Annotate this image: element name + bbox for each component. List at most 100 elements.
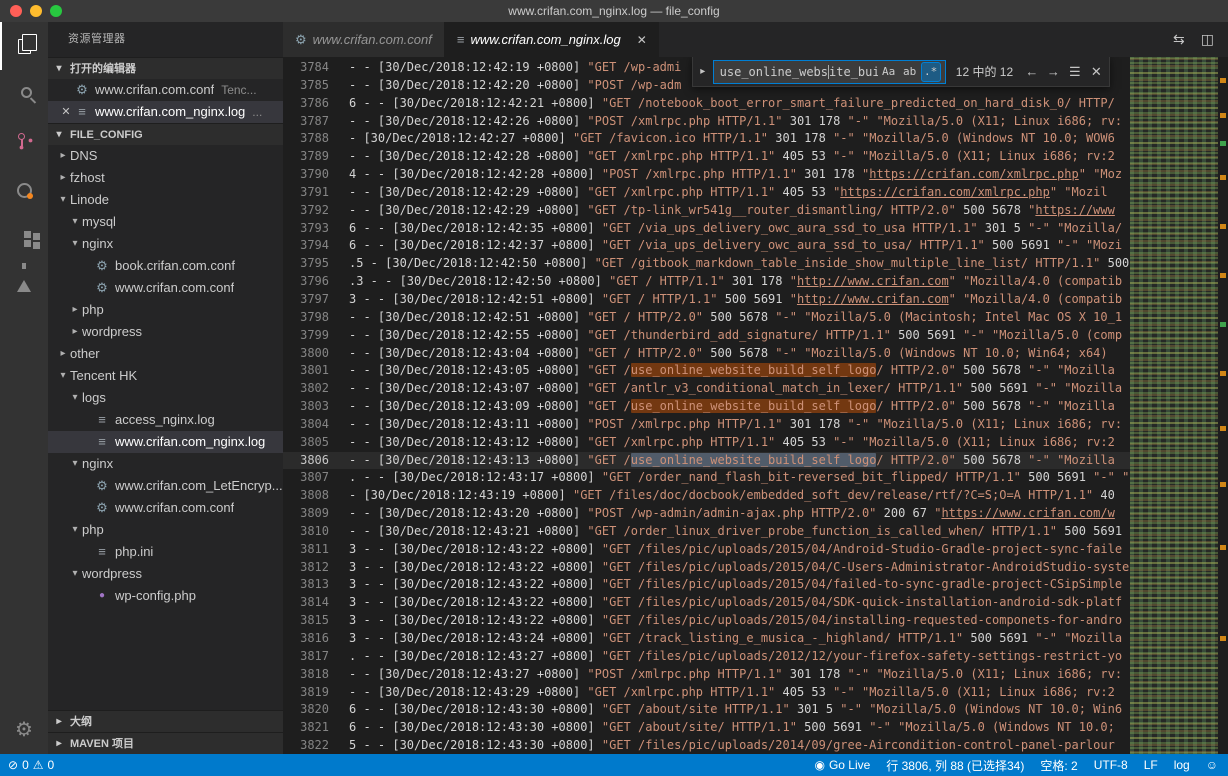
code-line-3820[interactable]: 3820 6 - - [30/Dec/2018:12:43:30 +0800] "… [283, 701, 1130, 719]
code-line-3787[interactable]: 3787- - [30/Dec/2018:12:42:26 +0800] "PO… [283, 113, 1130, 131]
code-line-3804[interactable]: 3804- - [30/Dec/2018:12:43:11 +0800] "PO… [283, 416, 1130, 434]
code-line-3786[interactable]: 3786 6 - - [30/Dec/2018:12:42:21 +0800] "… [283, 95, 1130, 113]
chevron-right-icon[interactable]: ▸ [56, 145, 70, 167]
minimap[interactable] [1130, 57, 1218, 754]
code-line-3797[interactable]: 3797 3 - - [30/Dec/2018:12:42:51 +0800] "… [283, 291, 1130, 309]
open-editor-item[interactable]: ✕ ≡ www.crifan.com_nginx.log... [48, 101, 283, 123]
tree-item-access-nginx.log[interactable]: ≡ access_nginx.log [48, 409, 283, 431]
problems-errors[interactable]: ⊘ 0 [8, 758, 29, 772]
tab-www-crifan-com-conf[interactable]: ⚙ www.crifan.com.conf [283, 22, 445, 57]
tree-item-dns[interactable]: ▸ DNS [48, 145, 283, 167]
close-tab-icon[interactable]: ✕ [637, 33, 647, 47]
split-editor-icon[interactable]: ◫ [1201, 31, 1214, 48]
code-line-3799[interactable]: 3799- - [30/Dec/2018:12:42:55 +0800] "GE… [283, 327, 1130, 345]
find-input[interactable]: use_online_website_build Aa ab .* [712, 59, 946, 84]
chevron-right-icon[interactable]: ▸ [68, 299, 82, 321]
code-line-3800[interactable]: 3800- - [30/Dec/2018:12:43:04 +0800] "GE… [283, 345, 1130, 363]
code-line-3810[interactable]: 3810- - [30/Dec/2018:12:43:21 +0800] "GE… [283, 523, 1130, 541]
code-line-3803[interactable]: 3803- - [30/Dec/2018:12:43:09 +0800] "GE… [283, 398, 1130, 416]
close-find-widget-button[interactable]: ✕ [1088, 64, 1105, 80]
activity-source-control-button[interactable] [0, 118, 48, 166]
encoding-setting[interactable]: UTF-8 [1094, 758, 1128, 772]
code-line-3805[interactable]: 3805- - [30/Dec/2018:12:43:12 +0800] "GE… [283, 434, 1130, 452]
tree-item-www.crifan.com.conf[interactable]: ⚙ www.crifan.com.conf [48, 497, 283, 519]
next-match-button[interactable]: → [1045, 64, 1062, 79]
code-line-3811[interactable]: 3811 3 - - [30/Dec/2018:12:43:22 +0800] "… [283, 541, 1130, 559]
regex-toggle[interactable]: .* [920, 61, 941, 82]
tree-item-nginx[interactable]: ▾ nginx [48, 453, 283, 475]
code-line-3791[interactable]: 3791- - [30/Dec/2018:12:42:29 +0800] "GE… [283, 184, 1130, 202]
code-line-3815[interactable]: 3815 3 - - [30/Dec/2018:12:43:22 +0800] "… [283, 612, 1130, 630]
tree-item-wordpress[interactable]: ▾ wordpress [48, 563, 283, 585]
whole-word-toggle[interactable]: ab [900, 62, 920, 82]
find-in-selection-icon[interactable]: ☰ [1066, 64, 1083, 80]
tree-item-mysql[interactable]: ▾ mysql [48, 211, 283, 233]
code-line-3795[interactable]: 3795.5 - [30/Dec/2018:12:42:50 +0800] "G… [283, 255, 1130, 273]
code-line-3808[interactable]: 3808- [30/Dec/2018:12:43:19 +0800] "GET … [283, 487, 1130, 505]
match-case-toggle[interactable]: Aa [879, 62, 899, 82]
code-line-3807[interactable]: 3807. - - [30/Dec/2018:12:43:17 +0800] "… [283, 469, 1130, 487]
cursor-position[interactable]: 行 3806, 列 88 (已选择34) [886, 757, 1024, 774]
section-maven[interactable]: ▸ MAVEN 项目 [48, 732, 283, 754]
code-line-3818[interactable]: 3818- - [30/Dec/2018:12:43:27 +0800] "PO… [283, 666, 1130, 684]
tab-www-crifan-com-nginx-log[interactable]: ≡ www.crifan.com_nginx.log ✕ [444, 22, 659, 57]
code-line-3812[interactable]: 3812 3 - - [30/Dec/2018:12:43:22 +0800] "… [283, 559, 1130, 577]
toggle-replace-chevron-icon[interactable]: ▸ [697, 66, 709, 77]
code-line-3794[interactable]: 3794 6 - - [30/Dec/2018:12:42:37 +0800] "… [283, 237, 1130, 255]
close-window-button[interactable] [10, 5, 22, 17]
tree-item-wp-config.php[interactable]: ● wp-config.php [48, 585, 283, 607]
code-line-3801[interactable]: 3801- - [30/Dec/2018:12:43:05 +0800] "GE… [283, 362, 1130, 380]
indentation-setting[interactable]: 空格: 2 [1040, 757, 1077, 774]
code-line-3802[interactable]: 3802- - [30/Dec/2018:12:43:07 +0800] "GE… [283, 380, 1130, 398]
tree-item-linode[interactable]: ▾ Linode [48, 189, 283, 211]
activity-test-button[interactable] [0, 262, 48, 310]
tree-item-book.crifan.com.conf[interactable]: ⚙ book.crifan.com.conf [48, 255, 283, 277]
activity-run-button[interactable] [0, 166, 48, 214]
code-line-3813[interactable]: 3813 3 - - [30/Dec/2018:12:43:22 +0800] "… [283, 576, 1130, 594]
activity-search-button[interactable] [0, 70, 48, 118]
code-line-3822[interactable]: 3822 5 - - [30/Dec/2018:12:43:30 +0800] "… [283, 737, 1130, 754]
code-line-3806[interactable]: 3806- - [30/Dec/2018:12:43:13 +0800] "GE… [283, 451, 1130, 470]
tree-item-nginx[interactable]: ▾ nginx [48, 233, 283, 255]
open-editor-item[interactable]: ⚙ www.crifan.com.conf Tenc... [48, 79, 283, 101]
activity-explorer-button[interactable] [0, 22, 48, 70]
maximize-window-button[interactable] [50, 5, 62, 17]
code-line-3789[interactable]: 3789- - [30/Dec/2018:12:42:28 +0800] "GE… [283, 148, 1130, 166]
chevron-down-icon[interactable]: ▾ [68, 387, 82, 409]
section-file-config[interactable]: ▾ FILE_CONFIG [48, 123, 283, 145]
tree-item-www.crifan.com.conf[interactable]: ⚙ www.crifan.com.conf [48, 277, 283, 299]
code-line-3788[interactable]: 3788- [30/Dec/2018:12:42:27 +0800] "GET … [283, 130, 1130, 148]
chevron-right-icon[interactable]: ▸ [56, 167, 70, 189]
code-line-3796[interactable]: 3796.3 - - [30/Dec/2018:12:42:50 +0800] … [283, 273, 1130, 291]
code-line-3814[interactable]: 3814 3 - - [30/Dec/2018:12:43:22 +0800] "… [283, 594, 1130, 612]
chevron-down-icon[interactable]: ▾ [68, 453, 82, 475]
language-mode[interactable]: log [1174, 758, 1190, 772]
section-outline[interactable]: ▸ 大纲 [48, 710, 283, 732]
previous-match-button[interactable]: ← [1023, 64, 1040, 79]
feedback-smiley-icon[interactable]: ☺ [1206, 758, 1218, 772]
close-icon[interactable]: ✕ [58, 101, 74, 123]
tree-item-php.ini[interactable]: ≡ php.ini [48, 541, 283, 563]
code-line-3790[interactable]: 3790 4 - - [30/Dec/2018:12:42:28 +0800] "… [283, 166, 1130, 184]
tree-item-tencent-hk[interactable]: ▾ Tencent HK [48, 365, 283, 387]
tree-item-www.crifan.com-nginx.log[interactable]: ≡ www.crifan.com_nginx.log [48, 431, 283, 453]
chevron-down-icon[interactable]: ▾ [68, 563, 82, 585]
settings-button[interactable]: ⚙ [0, 706, 48, 754]
code-line-3816[interactable]: 3816 3 - - [30/Dec/2018:12:43:24 +0800] "… [283, 630, 1130, 648]
activity-extensions-button[interactable] [0, 214, 48, 262]
code-line-3793[interactable]: 3793 6 - - [30/Dec/2018:12:42:35 +0800] "… [283, 220, 1130, 238]
problems-warnings[interactable]: ⚠ 0 [33, 758, 54, 772]
code-line-3817[interactable]: 3817. - - [30/Dec/2018:12:43:27 +0800] "… [283, 648, 1130, 666]
chevron-right-icon[interactable]: ▸ [68, 321, 82, 343]
chevron-right-icon[interactable]: ▸ [56, 343, 70, 365]
tree-item-php[interactable]: ▾ php [48, 519, 283, 541]
minimize-window-button[interactable] [30, 5, 42, 17]
tree-item-www.crifan.com-letencryp...[interactable]: ⚙ www.crifan.com_LetEncryp... [48, 475, 283, 497]
code-line-3819[interactable]: 3819- - [30/Dec/2018:12:43:29 +0800] "GE… [283, 684, 1130, 702]
section-open-editors[interactable]: ▾ 打开的编辑器 [48, 57, 283, 79]
chevron-down-icon[interactable]: ▾ [56, 189, 70, 211]
code-line-3809[interactable]: 3809- - [30/Dec/2018:12:43:20 +0800] "PO… [283, 505, 1130, 523]
eol-setting[interactable]: LF [1144, 758, 1158, 772]
go-live-button[interactable]: ◉ Go Live [814, 758, 870, 772]
open-changes-icon[interactable]: ⇆ [1173, 31, 1185, 48]
